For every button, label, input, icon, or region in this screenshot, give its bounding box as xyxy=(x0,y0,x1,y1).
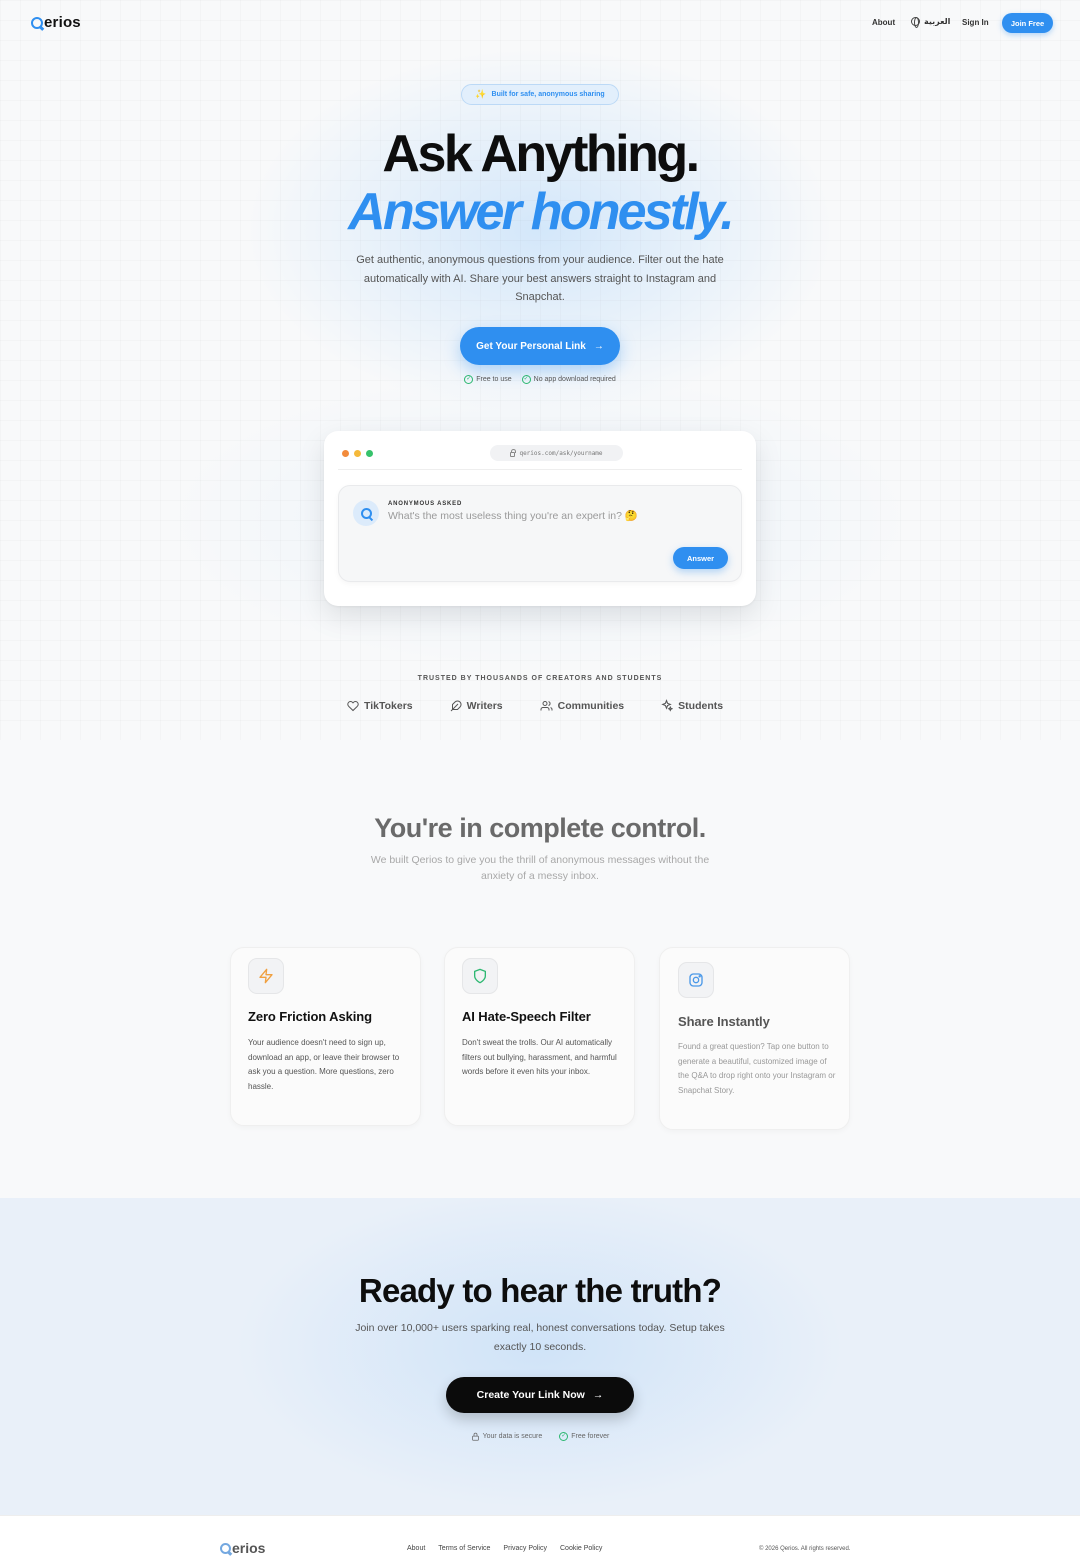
logo[interactable]: erios xyxy=(31,14,81,31)
create-link-label: Create Your Link Now xyxy=(476,1389,585,1401)
check-circle-icon: ✓ xyxy=(559,1432,569,1441)
q-logo-icon xyxy=(360,507,372,519)
feature-icon-box xyxy=(462,958,498,994)
hero-badge: ✨ Built for safe, anonymous sharing xyxy=(461,84,619,105)
get-personal-link-label: Get Your Personal Link xyxy=(476,340,586,352)
control-title: You're in complete control. xyxy=(374,813,706,843)
nav-about-link[interactable]: About xyxy=(872,18,895,27)
feature-icon-box xyxy=(248,958,284,994)
hero-grid-background xyxy=(0,0,1080,740)
heart-icon xyxy=(347,700,359,711)
join-free-button[interactable]: Join Free xyxy=(1002,13,1053,33)
hero-title-line1: Ask Anything. xyxy=(382,125,700,183)
top-nav: erios About العربية Sign In Join Free xyxy=(0,0,1080,48)
audience-list: TikTokers Writers Communities Students xyxy=(347,699,723,712)
mock-url-bar: qerios.com/ask/yourname xyxy=(490,445,623,461)
hero-check-label: No app download required xyxy=(533,376,616,383)
create-link-button[interactable]: Create Your Link Now → xyxy=(446,1377,634,1413)
hero-subtitle: Get authentic, anonymous questions from … xyxy=(356,254,724,303)
anonymous-label: ANONYMOUS ASKED xyxy=(388,501,463,507)
arrow-right-icon: → xyxy=(593,340,604,352)
hero-check-item: ✓ Free to use xyxy=(464,375,512,384)
avatar xyxy=(353,500,379,526)
footer: erios About Terms of Service Privacy Pol… xyxy=(0,1515,1080,1567)
audience-item: Communities xyxy=(540,699,625,712)
audience-item: Students xyxy=(660,699,723,712)
globe-icon xyxy=(911,17,920,28)
zap-icon xyxy=(259,968,273,984)
audience-label: Communities xyxy=(557,699,625,712)
window-dot-green xyxy=(366,450,373,457)
footer-link-privacy[interactable]: Privacy Policy xyxy=(503,1545,547,1552)
instagram-icon xyxy=(689,973,703,987)
feather-icon xyxy=(450,699,462,711)
hero-check-label: Free to use xyxy=(476,376,512,383)
divider xyxy=(338,469,742,470)
language-switcher[interactable]: العربية xyxy=(911,17,951,28)
control-subtitle: We built Qerios to give you the thrill o… xyxy=(370,854,710,882)
feature-icon-box xyxy=(678,962,714,998)
footer-link-cookie[interactable]: Cookie Policy xyxy=(560,1545,602,1552)
hero-check-item: ✓ No app download required xyxy=(521,375,616,384)
audience-label: Writers xyxy=(466,699,503,712)
footer-link-terms[interactable]: Terms of Service xyxy=(438,1545,490,1552)
check-circle-icon: ✓ xyxy=(521,375,531,384)
footer-logo[interactable]: erios xyxy=(220,1540,265,1556)
answer-button[interactable]: Answer xyxy=(673,547,728,569)
feature-title: Share Instantly xyxy=(678,1014,770,1029)
cta-title: Ready to hear the truth? xyxy=(358,1272,722,1309)
users-icon xyxy=(540,700,553,710)
sparkles-icon: ✨ xyxy=(475,89,487,99)
logo-q-icon xyxy=(220,1542,231,1554)
cta-section: Ready to hear the truth? Join over 10,00… xyxy=(0,1198,1080,1515)
audience-item: TikTokers xyxy=(347,699,413,712)
get-personal-link-button[interactable]: Get Your Personal Link → xyxy=(460,327,620,365)
feature-body: Found a great question? Tap one button t… xyxy=(678,1042,836,1095)
feature-title: AI Hate-Speech Filter xyxy=(462,1009,591,1024)
feature-body: Don't sweat the trolls. Our AI automatic… xyxy=(462,1038,617,1077)
language-label: العربية xyxy=(924,17,951,26)
cta-check-label: Your data is secure xyxy=(482,1433,543,1440)
feature-title: Zero Friction Asking xyxy=(248,1009,372,1024)
audience-label: TikTokers xyxy=(364,699,413,712)
footer-logo-text: erios xyxy=(232,1540,266,1556)
audience-label: Students xyxy=(678,699,724,712)
sign-in-link[interactable]: Sign In xyxy=(962,18,989,27)
logo-q-icon xyxy=(31,16,43,29)
cta-checks: Your data is secure ✓ Free forever xyxy=(0,1432,1080,1441)
footer-link-about[interactable]: About xyxy=(407,1545,425,1552)
hero-checks: ✓ Free to use ✓ No app download required xyxy=(0,375,1080,384)
logo-text: erios xyxy=(44,14,81,31)
feature-card: AI Hate-Speech Filter Don't sweat the tr… xyxy=(444,947,635,1126)
footer-links: About Terms of Service Privacy Policy Co… xyxy=(407,1545,602,1552)
cta-subtitle: Join over 10,000+ users sparking real, h… xyxy=(355,1322,725,1353)
window-dot-red xyxy=(342,450,349,457)
hero-title-line2: Answer honestly. xyxy=(348,183,735,241)
feature-card: Share Instantly Found a great question? … xyxy=(659,947,850,1130)
page: erios About العربية Sign In Join Free ✨ … xyxy=(0,0,1080,1567)
cta-check-label: Free forever xyxy=(571,1433,610,1440)
sparkles-icon xyxy=(661,699,674,712)
window-dot-yellow xyxy=(354,450,361,457)
lock-icon xyxy=(510,448,517,457)
audience-item: Writers xyxy=(450,699,503,712)
check-circle-icon: ✓ xyxy=(464,375,474,384)
mock-url-text: qerios.com/ask/yourname xyxy=(519,449,603,457)
arrow-right-icon: → xyxy=(592,1389,604,1401)
cta-check-item: ✓ Free forever xyxy=(559,1432,609,1441)
question-text: What's the most useless thing you're an … xyxy=(388,510,638,522)
lock-icon xyxy=(471,1432,479,1441)
feature-card: Zero Friction Asking Your audience doesn… xyxy=(230,947,421,1126)
shield-icon xyxy=(474,968,486,984)
copyright: © 2026 Qerios. All rights reserved. xyxy=(759,1546,851,1552)
question-card: ANONYMOUS ASKED What's the most useless … xyxy=(338,485,742,582)
cta-check-item: Your data is secure xyxy=(471,1432,543,1441)
feature-body: Your audience doesn't need to sign up, d… xyxy=(248,1038,400,1091)
hero-badge-text: Built for safe, anonymous sharing xyxy=(491,91,605,98)
trusted-heading: TRUSTED BY THOUSANDS OF CREATORS AND STU… xyxy=(417,675,663,682)
hero-section: erios About العربية Sign In Join Free ✨ … xyxy=(0,0,1080,740)
browser-mockup: qerios.com/ask/yourname ANONYMOUS ASKED … xyxy=(324,431,756,606)
